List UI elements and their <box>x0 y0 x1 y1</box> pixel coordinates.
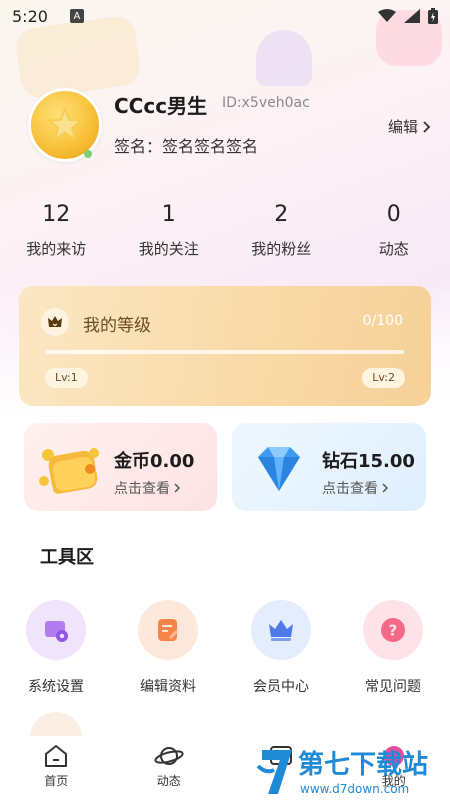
coin-wallet-icon <box>39 448 99 494</box>
watermark-url: www.d7down.com <box>300 782 410 796</box>
question-icon: ? <box>381 618 405 642</box>
current-level-badge: Lv:1 <box>45 368 88 388</box>
level-icon-wrap <box>41 308 69 336</box>
status-time: 5:20 <box>12 6 48 26</box>
battery-icon <box>428 8 438 24</box>
edit-label: 编辑 <box>387 118 418 136</box>
tool-partial-item[interactable] <box>30 712 82 738</box>
tool-edit-profile[interactable]: 编辑资料 <box>118 600 218 696</box>
tool-label: 常见问题 <box>365 679 421 695</box>
stat-value: 2 <box>274 202 289 227</box>
decorative-bell-shape <box>256 30 312 86</box>
signal-icon <box>404 9 420 23</box>
chevron-right-icon <box>174 483 181 493</box>
diamonds-balance: 钻石15.00 <box>322 451 415 472</box>
coins-view-link[interactable]: 点击查看 <box>114 478 181 498</box>
diamonds-card[interactable]: 钻石15.00 点击查看 <box>232 423 426 511</box>
stat-posts[interactable]: 0 动态 <box>338 200 450 259</box>
svg-text:?: ? <box>389 622 398 640</box>
tool-faq[interactable]: ? 常见问题 <box>343 600 443 696</box>
tool-label: 系统设置 <box>28 679 84 695</box>
tool-icon-wrap <box>138 600 198 660</box>
edit-profile-link[interactable]: 编辑 <box>388 116 432 137</box>
stat-label: 我的粉丝 <box>251 240 312 258</box>
level-title: 我的等级 <box>83 316 151 336</box>
tool-label: 编辑资料 <box>140 679 196 695</box>
status-bar: 5:20 A <box>0 0 450 32</box>
edit-profile-icon <box>158 619 178 641</box>
tool-icon-wrap: ? <box>363 600 423 660</box>
level-card[interactable]: 我的等级 0/100 Lv:1 Lv:2 <box>19 286 431 406</box>
level-progress-text: 0/100 <box>362 313 403 329</box>
tool-icon-wrap <box>251 600 311 660</box>
tool-label: 会员中心 <box>253 679 309 695</box>
nav-label: 动态 <box>156 774 181 788</box>
stat-followers[interactable]: 2 我的粉丝 <box>225 200 338 259</box>
tools-section-title: 工具区 <box>40 547 94 568</box>
stat-label: 我的关注 <box>138 240 199 258</box>
online-indicator <box>84 150 92 158</box>
planet-icon <box>154 747 184 765</box>
stat-value: 12 <box>42 202 71 227</box>
chevron-right-icon <box>382 483 389 493</box>
tool-icon-wrap <box>26 600 86 660</box>
coins-view-label: 点击查看 <box>114 481 170 497</box>
nav-home[interactable]: 首页 <box>0 736 113 800</box>
stat-visitors[interactable]: 12 我的来访 <box>0 200 113 259</box>
crown-badge-icon <box>48 316 62 327</box>
tool-member-center[interactable]: 会员中心 <box>231 600 331 696</box>
diamonds-view-link[interactable]: 点击查看 <box>322 478 389 498</box>
stats-row: 12 我的来访 1 我的关注 2 我的粉丝 0 动态 <box>0 200 450 259</box>
stat-following[interactable]: 1 我的关注 <box>113 200 226 259</box>
nav-label: 首页 <box>44 774 69 788</box>
coins-card[interactable]: 金币0.00 点击查看 <box>24 423 217 511</box>
stat-value: 1 <box>161 202 176 227</box>
home-icon <box>45 745 68 767</box>
chevron-right-icon <box>423 120 431 133</box>
wifi-icon <box>378 9 396 22</box>
level-progress-bar <box>45 350 404 354</box>
diamonds-view-label: 点击查看 <box>322 481 378 497</box>
user-id: ID:x5veh0ac <box>222 95 310 111</box>
signature: 签名： 签名签名签名 <box>114 133 258 157</box>
signature-label: 签名： <box>114 137 163 156</box>
coins-balance: 金币0.00 <box>114 451 195 472</box>
watermark: 第七下载站 www.d7down.com <box>256 742 450 800</box>
signature-value: 签名签名签名 <box>162 137 259 156</box>
settings-icon <box>45 621 68 642</box>
stat-value: 0 <box>386 202 401 227</box>
status-a-badge: A <box>69 9 84 23</box>
status-icons <box>378 8 438 24</box>
stat-label: 动态 <box>378 240 409 258</box>
diamond-icon <box>258 447 300 491</box>
username: CCcc男生 <box>114 94 208 118</box>
crown-icon <box>269 620 293 641</box>
watermark-title: 第七下载站 <box>298 750 429 780</box>
nav-moments[interactable]: 动态 <box>113 736 226 800</box>
tool-system-settings[interactable]: 系统设置 <box>6 600 106 696</box>
stat-label: 我的来访 <box>26 240 87 258</box>
next-level-badge: Lv:2 <box>362 368 405 388</box>
star-icon <box>46 106 84 142</box>
watermark-logo-icon <box>256 750 292 794</box>
